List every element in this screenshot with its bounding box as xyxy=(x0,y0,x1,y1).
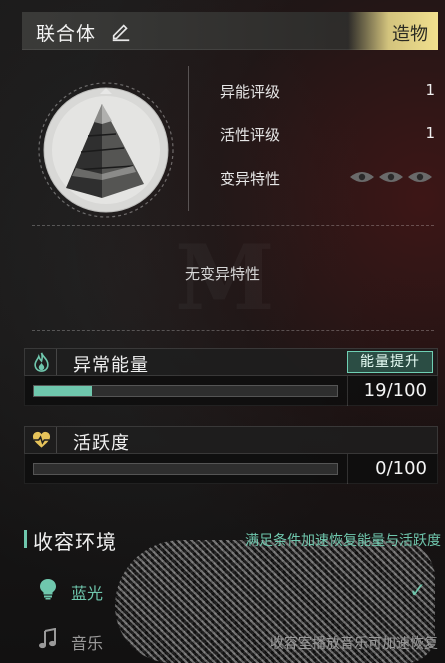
meter-header: 异常能量 能量提升 xyxy=(24,348,438,376)
pyramid-icon xyxy=(38,82,174,218)
divider-bottom xyxy=(32,330,434,331)
stat-label: 活性评级 xyxy=(220,126,281,144)
mutation-slots[interactable] xyxy=(349,169,433,185)
activity-meter: 活跃度 0/100 xyxy=(24,426,438,484)
eye-icon xyxy=(408,172,432,182)
heart-pulse-icon xyxy=(32,431,51,448)
environment-title: 收容环境 xyxy=(33,530,117,554)
meter-divider xyxy=(347,376,348,406)
stat-row-mutation[interactable]: 变异特性 xyxy=(220,165,435,191)
stat-value: 1 xyxy=(425,81,435,99)
divider-top xyxy=(32,225,434,226)
header-bar: 联合体 造物 xyxy=(22,12,438,50)
progress-fill xyxy=(34,386,92,396)
meter-body: 0/100 xyxy=(24,454,438,484)
env-item-label: 蓝光 xyxy=(71,584,104,603)
type-tag-label: 造物 xyxy=(392,24,428,45)
check-icon: ✓ xyxy=(409,578,426,602)
meter-divider xyxy=(347,454,348,484)
meter-header: 活跃度 xyxy=(24,426,438,454)
meter-value: 19/100 xyxy=(363,380,427,401)
music-note-icon xyxy=(39,628,56,649)
flame-icon xyxy=(34,352,49,372)
progress-track xyxy=(33,463,338,475)
no-trait-text: 无变异特性 xyxy=(184,265,260,283)
meter-title: 活跃度 xyxy=(73,433,130,454)
section-marker xyxy=(24,530,27,548)
env-item-label: 音乐 xyxy=(71,634,104,653)
lightbulb-icon xyxy=(40,579,56,600)
eye-icon xyxy=(350,172,374,182)
meter-body: 19/100 xyxy=(24,376,438,406)
stat-label: 异能评级 xyxy=(220,83,281,101)
energy-boost-button[interactable]: 能量提升 xyxy=(347,351,433,373)
emblem-divider xyxy=(188,66,189,211)
stat-row-ability-rating: 异能评级 1 xyxy=(220,78,435,104)
entity-name: 联合体 xyxy=(36,23,97,45)
environment-hint: 满足条件加速恢复能量与活跃度 xyxy=(245,533,441,549)
stat-value: 1 xyxy=(425,124,435,142)
type-tag: 造物 xyxy=(348,12,438,50)
stat-row-activity-rating: 活性评级 1 xyxy=(220,121,435,147)
anomaly-energy-meter: 异常能量 能量提升 19/100 xyxy=(24,348,438,406)
env-item-music[interactable]: 音乐 收容室播放音乐可加速恢复 xyxy=(30,625,440,655)
meter-value: 0/100 xyxy=(375,458,427,479)
env-item-hint: 收容室播放音乐可加速恢复 xyxy=(270,636,438,652)
env-item-blue-light[interactable]: 蓝光 ✓ xyxy=(30,575,440,605)
meter-icon-box xyxy=(25,427,57,453)
stat-label: 变异特性 xyxy=(220,170,281,188)
edit-pencil-icon[interactable] xyxy=(110,21,132,43)
meter-icon-box xyxy=(25,349,57,375)
meter-title: 异常能量 xyxy=(73,355,149,376)
progress-track xyxy=(33,385,338,397)
eye-icon xyxy=(379,172,403,182)
